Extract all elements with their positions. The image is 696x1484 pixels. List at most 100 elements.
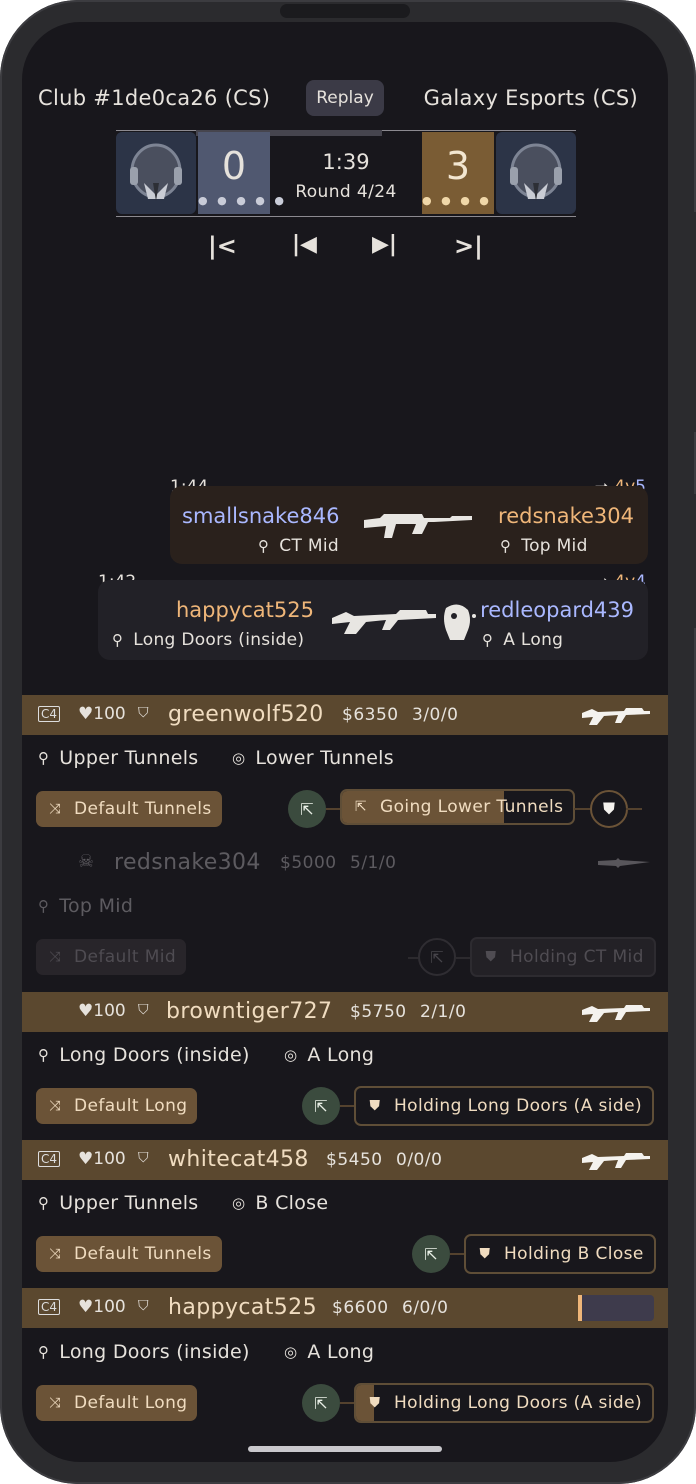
victim-location-text: A Long bbox=[503, 630, 564, 650]
skip-to-end-icon[interactable]: >| bbox=[454, 232, 483, 260]
defend-status: ⛊ bbox=[590, 790, 628, 828]
route-button[interactable]: ⇱ bbox=[418, 938, 456, 976]
route-button[interactable]: ⇱ bbox=[302, 1384, 340, 1422]
weapon-placeholder bbox=[578, 1295, 654, 1321]
health-value: 100 bbox=[93, 1297, 126, 1317]
player-kda: 5/1/0 bbox=[350, 853, 397, 873]
action-chip[interactable]: ⛊ Holding CT Mid bbox=[470, 937, 656, 977]
round-clock: 1:39 bbox=[322, 150, 370, 174]
route-button[interactable]: ⇱ bbox=[302, 1087, 340, 1125]
current-location-text: Long Doors (inside) bbox=[59, 1044, 250, 1066]
route-button[interactable]: ⇱ bbox=[288, 790, 326, 828]
location-pin-icon: ⚲ bbox=[38, 897, 50, 915]
victim-name: redleopard439 bbox=[480, 598, 634, 622]
next-icon[interactable]: ▶| bbox=[372, 232, 397, 257]
player-name: browntiger727 bbox=[166, 999, 333, 1024]
route-icon: ⇱ bbox=[314, 1096, 328, 1116]
killer-name: smallsnake846 bbox=[182, 504, 340, 528]
rifle-icon bbox=[332, 610, 436, 634]
current-location-text: Upper Tunnels bbox=[59, 1192, 199, 1214]
scoreboard: 0 ● ● ● ● ● 1:39 Round 4/24 3 ● ● ● ● ● bbox=[116, 130, 576, 218]
health: ♥100 bbox=[78, 704, 126, 724]
action-chip[interactable]: ⛊ Holding Long Doors (A side) bbox=[354, 1086, 655, 1126]
location-pin-icon: ⚲ bbox=[38, 1194, 50, 1212]
player-row[interactable]: C4 ♥100 ⛉ whitecat458 $5450 0/0/0 bbox=[22, 1140, 668, 1180]
route-button[interactable]: ⇱ bbox=[412, 1235, 450, 1273]
action-chip[interactable]: ⛊ Holding B Close bbox=[464, 1234, 656, 1274]
headshot-icon bbox=[444, 604, 476, 640]
strategy-chip[interactable]: ⤨ Default Tunnels bbox=[36, 1236, 222, 1272]
strategy-chip[interactable]: ⤨ Default Tunnels bbox=[36, 791, 222, 827]
phone-frame: Club #1de0ca26 (CS) Replay Galaxy Esport… bbox=[0, 0, 696, 1484]
bomb-icon: C4 bbox=[38, 1151, 61, 1167]
strategy-chip[interactable]: ⤨ Default Mid bbox=[36, 939, 187, 975]
scoreboard-bottom-rule bbox=[116, 216, 576, 217]
shuffle-icon: ⤨ bbox=[49, 949, 61, 965]
player-row[interactable]: C4 ♥100 ⛉ greenwolf520 $6350 3/0/0 bbox=[22, 695, 668, 735]
player-kda: 3/0/0 bbox=[412, 705, 459, 725]
player-name: whitecat458 bbox=[168, 1147, 309, 1172]
heart-icon: ♥ bbox=[78, 1297, 94, 1317]
connector bbox=[626, 808, 642, 810]
shield-icon: ⛊ bbox=[369, 1098, 381, 1114]
strategy-chip[interactable]: ⤨ Default Long bbox=[36, 1385, 198, 1421]
action-chip[interactable]: ⛊ Holding Long Doors (A side) bbox=[354, 1383, 655, 1423]
killer-location-text: Long Doors (inside) bbox=[133, 630, 305, 650]
right-team-name: Galaxy Esports (CS) bbox=[423, 86, 638, 110]
skip-to-start-icon[interactable]: |< bbox=[208, 232, 237, 260]
current-location-text: Upper Tunnels bbox=[59, 747, 199, 769]
rifle-icon bbox=[582, 1005, 650, 1022]
player-name: redsnake304 bbox=[114, 850, 261, 875]
shield-icon: ⛊ bbox=[369, 1395, 381, 1411]
target-icon: ◎ bbox=[232, 1194, 246, 1212]
player-name: happycat525 bbox=[168, 1295, 317, 1320]
current-location-text: Top Mid bbox=[59, 895, 134, 917]
shuffle-icon: ⤨ bbox=[49, 1098, 61, 1114]
knife-icon bbox=[598, 858, 650, 868]
replay-button[interactable]: Replay bbox=[306, 80, 384, 116]
route-icon: ⇱ bbox=[300, 799, 314, 819]
location-pin-icon: ⚲ bbox=[38, 1046, 50, 1064]
shuffle-icon: ⤨ bbox=[49, 801, 61, 817]
current-location: ⚲ Long Doors (inside) bbox=[38, 1341, 250, 1363]
team-logo-icon bbox=[130, 143, 182, 201]
health: ♥100 bbox=[78, 1001, 126, 1021]
killer-location: ⚲ Long Doors (inside) bbox=[112, 630, 304, 650]
armor-icon: ⛉ bbox=[138, 1298, 149, 1314]
strategy-chip[interactable]: ⤨ Default Long bbox=[36, 1088, 198, 1124]
player-money: $5750 bbox=[350, 1002, 407, 1022]
app-screen: Club #1de0ca26 (CS) Replay Galaxy Esport… bbox=[22, 22, 668, 1462]
action-label: Going Lower Tunnels bbox=[380, 797, 564, 817]
left-score: 0 bbox=[221, 144, 247, 188]
current-location: ⚲ Top Mid bbox=[38, 895, 133, 917]
shield-icon: ⛊ bbox=[602, 799, 615, 818]
right-score: 3 bbox=[445, 144, 471, 188]
player-row[interactable]: C4 ♥100 ⛉ happycat525 $6600 6/0/0 bbox=[22, 1288, 668, 1328]
victim-location: ⚲ A Long bbox=[482, 630, 563, 650]
strategy-label: Default Mid bbox=[74, 947, 177, 967]
armor-icon: ⛉ bbox=[138, 705, 149, 721]
killer-location: ⚲ CT Mid bbox=[258, 536, 339, 556]
target-icon: ◎ bbox=[284, 1343, 298, 1361]
player-kda: 0/0/0 bbox=[396, 1150, 443, 1170]
route-icon: ⇱ bbox=[424, 1244, 438, 1264]
target-location: ◎ Lower Tunnels bbox=[232, 747, 394, 769]
shuffle-icon: ⤨ bbox=[49, 1246, 61, 1262]
left-team-logo bbox=[116, 132, 196, 214]
player-row[interactable]: ♥100 ⛉ browntiger727 $5750 2/1/0 bbox=[22, 992, 668, 1032]
previous-icon[interactable]: |◀ bbox=[292, 232, 317, 257]
action-label: Holding Long Doors (A side) bbox=[394, 1096, 643, 1116]
strategy-label: Default Tunnels bbox=[74, 799, 212, 819]
location-pin-icon: ⚲ bbox=[38, 1343, 50, 1361]
health-value: 100 bbox=[93, 704, 126, 724]
health-value: 100 bbox=[93, 1001, 126, 1021]
player-money: $5450 bbox=[326, 1150, 383, 1170]
location-pin-icon: ⚲ bbox=[112, 631, 124, 649]
strategy-label: Default Long bbox=[74, 1096, 188, 1116]
route-icon: ⇱ bbox=[354, 799, 368, 815]
kill-feed-item: smallsnake846 ⚲ CT Mid redsnake304 ⚲ Top M… bbox=[170, 486, 648, 564]
left-team-name: Club #1de0ca26 (CS) bbox=[38, 86, 271, 110]
home-indicator bbox=[248, 1446, 442, 1452]
bomb-icon: C4 bbox=[38, 1299, 61, 1315]
action-chip[interactable]: ⇱ Going Lower Tunnels bbox=[340, 789, 576, 825]
